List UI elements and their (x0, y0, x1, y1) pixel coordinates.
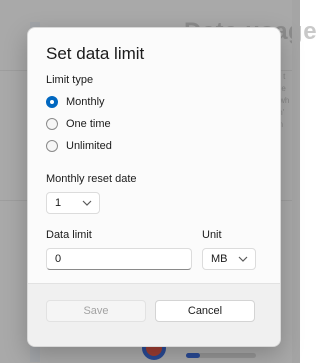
radio-checked-icon[interactable] (46, 96, 58, 108)
reset-date-value: 1 (55, 197, 62, 209)
reset-date-label: Monthly reset date (46, 173, 137, 185)
reset-date-dropdown[interactable]: 1 (46, 192, 100, 214)
radio-unchecked-icon[interactable] (46, 140, 58, 152)
dialog-footer: Save Cancel (28, 283, 280, 346)
radio-monthly[interactable]: Monthly (46, 96, 105, 108)
cancel-button[interactable]: Cancel (155, 300, 255, 322)
radio-unlimited[interactable]: Unlimited (46, 140, 112, 152)
limit-type-label: Limit type (46, 74, 94, 86)
radio-label: Unlimited (66, 140, 112, 152)
data-limit-label: Data limit (46, 229, 92, 241)
unit-value: MB (211, 253, 228, 265)
radio-unchecked-icon[interactable] (46, 118, 58, 130)
data-limit-input[interactable] (46, 248, 192, 270)
dialog-title: Set data limit (46, 44, 145, 63)
set-data-limit-dialog: Set data limit Limit type Monthly One ti… (27, 27, 281, 347)
radio-one-time[interactable]: One time (46, 118, 111, 130)
chevron-down-icon (238, 255, 248, 263)
save-button[interactable]: Save (46, 300, 146, 322)
unit-dropdown[interactable]: MB (202, 248, 256, 270)
radio-label: One time (66, 118, 111, 130)
unit-label: Unit (202, 229, 222, 241)
chevron-down-icon (82, 199, 92, 207)
radio-label: Monthly (66, 96, 105, 108)
